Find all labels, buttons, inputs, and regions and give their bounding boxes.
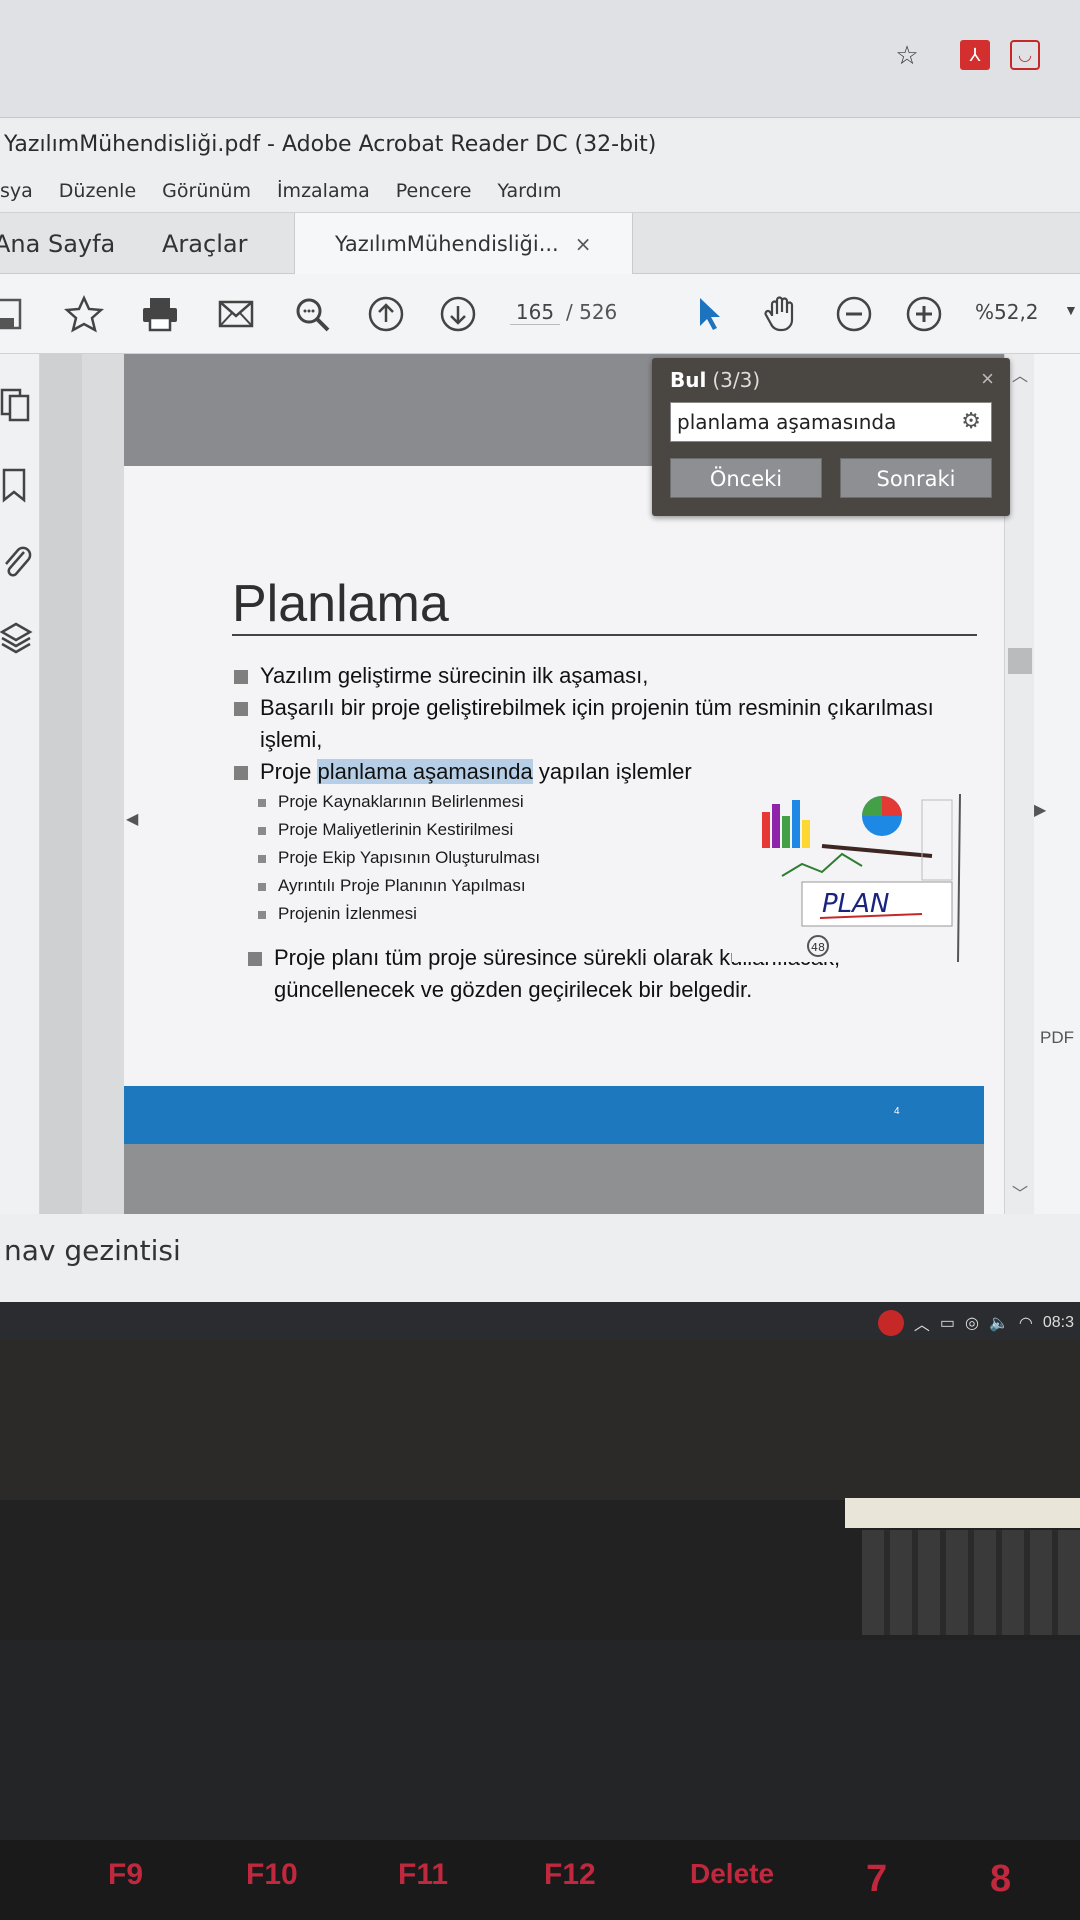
search-zoom-icon[interactable] [290, 292, 334, 336]
key-f9[interactable]: F9 [108, 1858, 143, 1892]
key-f11[interactable]: F11 [398, 1858, 448, 1892]
left-navigation-rail [0, 354, 40, 1214]
window-title: YazılımMühendisliği.pdf - Adobe Acrobat … [0, 118, 1080, 174]
tab-home[interactable]: Ana Sayfa [0, 213, 115, 275]
plan-illustration: PLAN 48 [732, 794, 962, 962]
zoom-in-icon[interactable] [902, 292, 946, 336]
slide-title: Planlama [232, 575, 449, 633]
next-page-arrow-icon[interactable]: ▶ [1034, 800, 1046, 820]
network-icon[interactable]: ◎ [965, 1313, 979, 1333]
plan-illustration-text: PLAN [822, 889, 889, 919]
menu-sign[interactable]: İmzalama [277, 180, 370, 212]
battery-icon[interactable]: ▭ [940, 1313, 955, 1333]
key-8[interactable]: 8 [990, 1858, 1011, 1901]
status-strip: nav gezintisi [0, 1214, 1080, 1302]
close-icon[interactable]: × [981, 366, 994, 392]
tab-row: Ana Sayfa Araçlar YazılımMühendisliği...… [0, 212, 1080, 275]
key-7[interactable]: 7 [866, 1858, 887, 1901]
page-up-icon[interactable] [364, 292, 408, 336]
save-icon[interactable] [0, 292, 30, 336]
pdf-label: PDF [1040, 1028, 1074, 1047]
toolbar: 165 / 526 %52,2 ▼ [0, 274, 1080, 354]
tab-document-label: YazılımMühendisliği... [335, 232, 559, 256]
key-delete[interactable]: Delete [690, 1858, 774, 1890]
find-query: planlama aşamasında [677, 410, 897, 434]
search-highlight: planlama aşamasında [317, 759, 533, 784]
pocket-extension-icon[interactable]: ◡ [1010, 40, 1040, 70]
page-number-input[interactable]: 165 [510, 300, 560, 325]
pages-icon[interactable] [0, 384, 40, 428]
slide-page-number: 4 [894, 1106, 900, 1117]
menu-help[interactable]: Yardım [498, 180, 562, 212]
right-tools-pane [1034, 354, 1080, 1214]
menu-view[interactable]: Görünüm [162, 180, 251, 212]
laptop-sticker [845, 1498, 1080, 1528]
previous-page-arrow-icon[interactable]: ◀ [126, 809, 138, 829]
tray-expand-icon[interactable]: ︿ [914, 1311, 930, 1335]
attachment-icon[interactable] [0, 540, 40, 584]
find-next-button[interactable]: Sonraki [840, 458, 992, 498]
volume-icon[interactable]: 🔈 [989, 1313, 1009, 1333]
bullet-item-highlighted: Proje planlama aşamasında yapılan işleml… [234, 756, 954, 788]
antivirus-icon[interactable] [877, 1310, 904, 1336]
layers-icon[interactable] [0, 616, 40, 660]
tab-close-icon[interactable]: × [575, 232, 592, 256]
find-match-count: (3/3) [712, 368, 761, 392]
bullet-text: Proje [260, 759, 318, 784]
zoom-dropdown-icon[interactable]: ▼ [1064, 302, 1078, 318]
gear-icon[interactable]: ⚙ [961, 409, 981, 434]
function-key-row [0, 1840, 1080, 1920]
plan-illustration-badge: 48 [811, 941, 825, 954]
acrobat-extension-icon[interactable]: ⅄ [960, 40, 990, 70]
find-dialog: Bul (3/3) × planlama aşamasında ⚙ Önceki … [652, 358, 1010, 516]
find-title: Bul (3/3) [670, 368, 760, 392]
print-icon[interactable] [138, 292, 182, 336]
wifi-icon[interactable]: ◠ [1019, 1313, 1033, 1333]
find-input[interactable]: planlama aşamasında ⚙ [670, 402, 992, 442]
menu-file[interactable]: sya [0, 180, 33, 212]
email-icon[interactable] [214, 292, 258, 336]
page-total: / 526 [566, 300, 618, 324]
find-previous-button[interactable]: Önceki [670, 458, 822, 498]
menu-edit[interactable]: Düzenle [59, 180, 136, 212]
menu-bar: sya Düzenle Görünüm İmzalama Pencere Yar… [0, 174, 1080, 212]
slide-footer-band [124, 1086, 984, 1144]
scroll-down-icon[interactable]: ﹀ [1012, 1180, 1028, 1204]
status-text: nav gezintisi [4, 1234, 181, 1267]
laptop-vent [862, 1530, 1080, 1635]
bullet-text: yapılan işlemler [532, 759, 692, 784]
zoom-level[interactable]: %52,2 [975, 300, 1039, 324]
bullet-item: Başarılı bir proje geliştirebilmek için … [234, 692, 954, 756]
browser-toolbar: ☆ ⅄ ◡ [0, 0, 1080, 118]
page-down-icon[interactable] [436, 292, 480, 336]
scroll-thumb[interactable] [1008, 648, 1032, 674]
tray-clock[interactable]: 08:3 [1043, 1314, 1074, 1332]
find-label: Bul [670, 368, 707, 392]
slide-footer-gray [124, 1144, 984, 1214]
zoom-out-icon[interactable] [832, 292, 876, 336]
taskbar: ︿ ▭ ◎ 🔈 ◠ 08:3 [0, 1302, 1080, 1340]
bookmark-star-icon[interactable]: ☆ [892, 40, 922, 70]
key-f10[interactable]: F10 [246, 1858, 298, 1892]
menu-window[interactable]: Pencere [396, 180, 472, 212]
system-tray: ︿ ▭ ◎ 🔈 ◠ 08:3 [877, 1310, 1074, 1336]
bullet-item: Yazılım geliştirme sürecinin ilk aşaması… [234, 660, 954, 692]
tab-document[interactable]: YazılımMühendisliği... × [294, 213, 633, 275]
select-arrow-icon[interactable] [686, 292, 730, 336]
title-divider [232, 634, 977, 636]
bookmark-icon[interactable] [0, 464, 40, 508]
key-f12[interactable]: F12 [544, 1858, 596, 1892]
tab-tools[interactable]: Araçlar [162, 213, 247, 275]
hand-icon[interactable] [760, 292, 804, 336]
scroll-up-icon[interactable]: ︿ [1012, 362, 1028, 386]
star-icon[interactable] [62, 292, 106, 336]
laptop-bezel [0, 1340, 1080, 1500]
